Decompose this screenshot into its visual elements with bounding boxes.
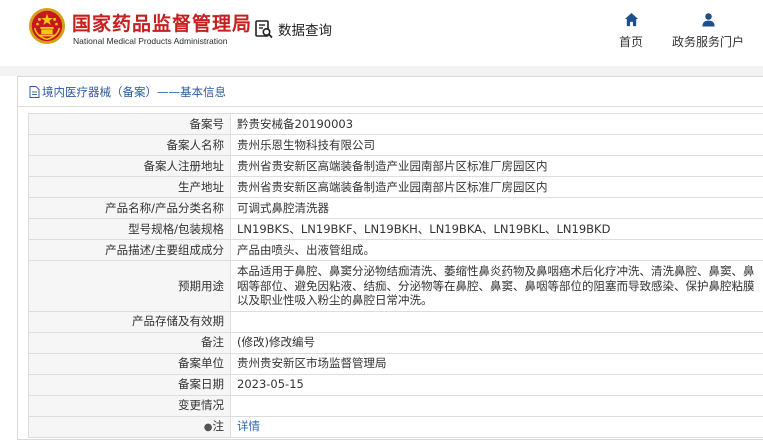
site-header: 国家药品监督管理局 National Medical Products Admi…: [0, 0, 763, 66]
user-icon: [701, 13, 715, 27]
row-label: 产品描述/主要组成成分: [28, 239, 231, 261]
row-value: [230, 394, 763, 417]
table-row: 变更情况: [28, 394, 763, 417]
panel-title: 境内医疗器械（备案）——基本信息: [42, 84, 226, 99]
nav-service-portal[interactable]: 政务服务门户: [668, 12, 748, 52]
data-query-label: 数据查询: [278, 23, 332, 39]
table-row: 备案人注册地址 贵州省贵安新区高端装备制造产业园南部片区标准厂房园区内: [28, 155, 763, 177]
row-label: 备案日期: [28, 373, 231, 396]
table-row: 产品名称/产品分类名称 可调式鼻腔清洗器: [28, 197, 763, 219]
pin-icon: ●: [203, 421, 213, 433]
org-name: 国家药品监督管理局: [72, 13, 253, 35]
row-value: 黔贵安械备20190003: [230, 113, 763, 135]
data-query-link[interactable]: 数据查询: [254, 16, 332, 42]
home-icon: [624, 12, 638, 27]
table-row: 产品描述/主要组成成分 产品由喷头、出液管组成。: [28, 239, 763, 261]
row-label: 型号规格/包装规格: [28, 218, 231, 240]
row-label: 备案单位: [28, 352, 231, 375]
table-row: 预期用途 本品适用于鼻腔、鼻窦分泌物结痂清洗、萎缩性鼻炎药物及鼻咽癌术后化疗冲洗…: [28, 260, 763, 312]
table-row: 备案号 黔贵安械备20190003: [28, 113, 763, 135]
row-value: 贵州省贵安新区高端装备制造产业园南部片区标准厂房园区内: [230, 155, 763, 177]
info-table: 备案号 黔贵安械备20190003 备案人名称 贵州乐恩生物科技有限公司 备案人…: [28, 113, 763, 438]
document-icon: [29, 85, 40, 98]
table-row: 备案人名称 贵州乐恩生物科技有限公司: [28, 134, 763, 156]
row-label: 产品名称/产品分类名称: [28, 197, 231, 219]
row-value: LN19BKS、LN19BKF、LN19BKH、LN19BKA、LN19BKL、…: [230, 218, 763, 240]
row-value: 贵州乐恩生物科技有限公司: [230, 134, 763, 156]
row-label: 备注: [28, 331, 231, 354]
details-link[interactable]: 详情: [237, 419, 260, 433]
table-row: 备注 (修改)修改编号: [28, 331, 763, 354]
org-name-en: National Medical Products Administration: [73, 36, 228, 46]
search-document-icon: [255, 20, 273, 39]
row-value: 贵州省贵安新区高端装备制造产业园南部片区标准厂房园区内: [230, 176, 763, 198]
row-value: 贵州贵安新区市场监督管理局: [230, 352, 763, 375]
row-value: (修改)修改编号: [230, 331, 763, 354]
table-row: 型号规格/包装规格 LN19BKS、LN19BKF、LN19BKH、LN19BK…: [28, 218, 763, 240]
national-emblem-icon: [28, 7, 66, 45]
row-label: 备案人注册地址: [28, 155, 231, 177]
row-value: 2023-05-15: [230, 373, 763, 396]
header-divider: [0, 66, 763, 76]
table-row: 备案单位 贵州贵安新区市场监督管理局: [28, 352, 763, 375]
table-row: 备案日期 2023-05-15: [28, 373, 763, 396]
table-row: 产品存储及有效期: [28, 310, 763, 333]
row-label: 备案人名称: [28, 134, 231, 156]
note-label: 注: [212, 418, 225, 433]
row-value: 可调式鼻腔清洗器: [230, 197, 763, 219]
row-value: 产品由喷头、出液管组成。: [230, 239, 763, 261]
row-value: 本品适用于鼻腔、鼻窦分泌物结痂清洗、萎缩性鼻炎药物及鼻咽癌术后化疗冲洗、清洗鼻腔…: [230, 260, 763, 312]
nav-service-portal-label: 政务服务门户: [671, 35, 744, 49]
row-label: 变更情况: [28, 394, 231, 417]
table-row: ●注 详情: [28, 415, 763, 438]
nav-home[interactable]: 首页: [614, 12, 648, 52]
nav-home-label: 首页: [618, 35, 643, 49]
row-label: 生产地址: [28, 176, 231, 198]
row-value: 详情: [230, 415, 763, 438]
row-label: ●注: [28, 415, 231, 438]
row-label: 备案号: [28, 113, 231, 135]
row-label: 预期用途: [28, 260, 231, 312]
panel-title-bar: 境内医疗器械（备案）——基本信息: [18, 77, 763, 107]
row-value: [230, 310, 763, 333]
row-label: 产品存储及有效期: [28, 310, 231, 333]
detail-panel: 境内医疗器械（备案）——基本信息 备案号 黔贵安械备20190003 备案人名称…: [17, 76, 763, 440]
table-row: 生产地址 贵州省贵安新区高端装备制造产业园南部片区标准厂房园区内: [28, 176, 763, 198]
